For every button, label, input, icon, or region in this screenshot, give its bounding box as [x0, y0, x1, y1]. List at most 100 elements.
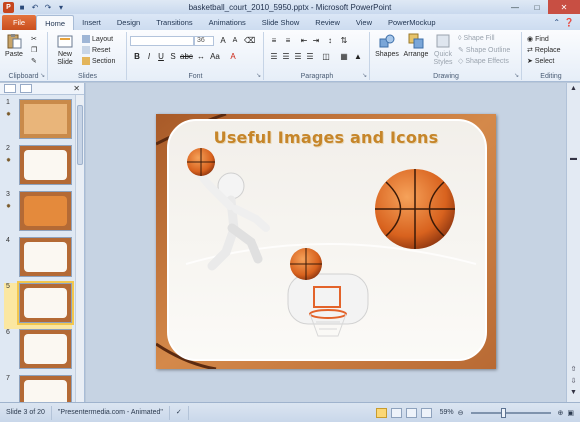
shape-effects-button[interactable]: ◇ Shape Effects: [458, 57, 509, 66]
quick-styles-icon: [436, 34, 450, 48]
redo-icon[interactable]: ↷: [43, 2, 53, 12]
scroll-down-icon[interactable]: ▼: [569, 389, 578, 396]
decrease-indent-icon[interactable]: ⇤: [299, 36, 309, 46]
grow-font-icon[interactable]: A: [218, 36, 228, 46]
italic-icon[interactable]: I: [144, 52, 154, 62]
change-case-icon[interactable]: Aa: [210, 52, 220, 62]
clear-formatting-icon[interactable]: ⌫: [244, 36, 255, 46]
bold-icon[interactable]: B: [132, 52, 142, 62]
thumbnails-scrollbar[interactable]: [75, 95, 84, 402]
select-button[interactable]: ➤ Select: [527, 57, 554, 66]
align-text-icon[interactable]: ▦: [339, 52, 349, 62]
shrink-font-icon[interactable]: A: [230, 36, 240, 46]
columns-icon[interactable]: ◫: [321, 52, 331, 62]
format-painter-icon[interactable]: ✎: [31, 57, 37, 65]
section-button[interactable]: Section: [82, 57, 115, 65]
tab-review[interactable]: Review: [307, 15, 348, 30]
smartart-icon[interactable]: ▲: [353, 52, 363, 62]
align-left-icon[interactable]: ☰: [269, 52, 279, 62]
zoom-slider[interactable]: [470, 407, 551, 418]
drawing-launcher-icon[interactable]: ↘: [514, 72, 519, 79]
scroll-thumb-icon[interactable]: ▬: [569, 155, 578, 162]
quick-styles-button[interactable]: Quick Styles: [430, 33, 456, 67]
powerpoint-app-icon[interactable]: P: [3, 1, 14, 13]
clipboard-launcher-icon[interactable]: ↘: [40, 72, 45, 79]
find-button[interactable]: ◉ Find: [527, 35, 549, 44]
tab-slide-show[interactable]: Slide Show: [254, 15, 308, 30]
theme-name[interactable]: "Presentermedia.com - Animated": [52, 405, 170, 420]
tab-file[interactable]: File: [2, 15, 37, 30]
slide-thumbnail[interactable]: 3 ✸: [4, 191, 72, 237]
slide-sorter-icon[interactable]: [390, 407, 402, 418]
shape-fill-button[interactable]: ◊ Shape Fill: [458, 35, 495, 42]
align-center-icon[interactable]: ☰: [281, 52, 291, 62]
tab-view[interactable]: View: [348, 15, 380, 30]
layout-button[interactable]: Layout: [82, 35, 113, 43]
paragraph-launcher-icon[interactable]: ↘: [362, 72, 367, 79]
new-slide-button[interactable]: New Slide: [53, 33, 77, 67]
reset-button[interactable]: Reset: [82, 46, 110, 54]
slide-thumbnail[interactable]: 4: [4, 237, 72, 283]
text-direction-icon[interactable]: ⇅: [339, 36, 349, 46]
normal-view-icon[interactable]: [375, 407, 387, 418]
tab-powermockup[interactable]: PowerMockup: [380, 15, 444, 30]
close-button[interactable]: ✕: [548, 0, 580, 14]
slide-thumbnail[interactable]: 1 ✸: [4, 99, 72, 145]
spell-check-icon[interactable]: ✓: [170, 405, 189, 420]
underline-icon[interactable]: U: [156, 52, 166, 62]
help-icon[interactable]: ❓: [564, 18, 574, 27]
save-icon[interactable]: ■: [17, 2, 27, 12]
paste-button[interactable]: Paste: [3, 33, 25, 59]
copy-icon[interactable]: ❐: [31, 46, 37, 54]
char-spacing-icon[interactable]: ↔: [196, 52, 206, 62]
cut-icon[interactable]: ✂: [31, 35, 37, 43]
shadow-icon[interactable]: S: [168, 52, 178, 62]
zoom-level[interactable]: 59%: [440, 409, 454, 416]
maximize-button[interactable]: □: [526, 0, 548, 14]
slideshow-view-icon[interactable]: [420, 407, 432, 418]
strikethrough-icon[interactable]: abc: [180, 52, 193, 62]
tab-home[interactable]: Home: [36, 15, 75, 30]
zoom-in-icon[interactable]: ⊕: [558, 409, 564, 417]
editor-scrollbar[interactable]: ▲ ▬ ⇧ ⇩ ▼: [566, 83, 580, 402]
tab-insert[interactable]: Insert: [74, 15, 109, 30]
customize-qat-icon[interactable]: ▾: [56, 2, 66, 12]
justify-icon[interactable]: ☰: [305, 52, 315, 62]
minimize-ribbon-icon[interactable]: ⌃: [553, 18, 560, 27]
slide-thumbnail[interactable]: 2 ✸: [4, 145, 72, 191]
tab-animations[interactable]: Animations: [201, 15, 254, 30]
next-slide-icon[interactable]: ⇩: [569, 377, 578, 385]
slide-canvas[interactable]: Useful Images and Icons: [156, 114, 496, 369]
outline-tab-icon[interactable]: [20, 84, 32, 93]
replace-button[interactable]: ⇄ Replace: [527, 46, 561, 55]
shape-outline-button[interactable]: ✎ Shape Outline: [458, 46, 510, 55]
line-spacing-icon[interactable]: ↕: [325, 36, 335, 46]
slide-thumbnail-selected[interactable]: 5: [4, 281, 74, 329]
slide-thumbnail[interactable]: 6: [4, 329, 72, 375]
bullets-icon[interactable]: ≡: [269, 36, 279, 46]
font-size-field[interactable]: 36: [194, 36, 214, 46]
font-color-icon[interactable]: A: [228, 52, 238, 62]
scrollbar-thumb[interactable]: [77, 105, 83, 165]
tab-design[interactable]: Design: [109, 15, 148, 30]
previous-slide-icon[interactable]: ⇧: [569, 365, 578, 373]
scroll-up-icon[interactable]: ▲: [569, 85, 578, 92]
shapes-button[interactable]: Shapes: [374, 33, 400, 59]
fit-to-window-icon[interactable]: ▣: [567, 409, 574, 417]
slides-tab-icon[interactable]: [4, 84, 16, 93]
ribbon-tabs: File Home Insert Design Transitions Anim…: [0, 14, 580, 30]
reading-view-icon[interactable]: [405, 407, 417, 418]
zoom-slider-knob[interactable]: [500, 407, 506, 418]
arrange-button[interactable]: Arrange: [402, 33, 430, 59]
slide-title[interactable]: Useful Images and Icons: [156, 128, 496, 147]
tab-transitions[interactable]: Transitions: [148, 15, 200, 30]
numbering-icon[interactable]: ≡: [283, 36, 293, 46]
font-name-field[interactable]: [130, 36, 194, 46]
close-pane-icon[interactable]: ✕: [73, 84, 80, 93]
zoom-out-icon[interactable]: ⊖: [458, 409, 464, 417]
undo-icon[interactable]: ↶: [30, 2, 40, 12]
font-launcher-icon[interactable]: ↘: [256, 72, 261, 79]
minimize-button[interactable]: —: [504, 0, 526, 14]
increase-indent-icon[interactable]: ⇥: [311, 36, 321, 46]
align-right-icon[interactable]: ☰: [293, 52, 303, 62]
